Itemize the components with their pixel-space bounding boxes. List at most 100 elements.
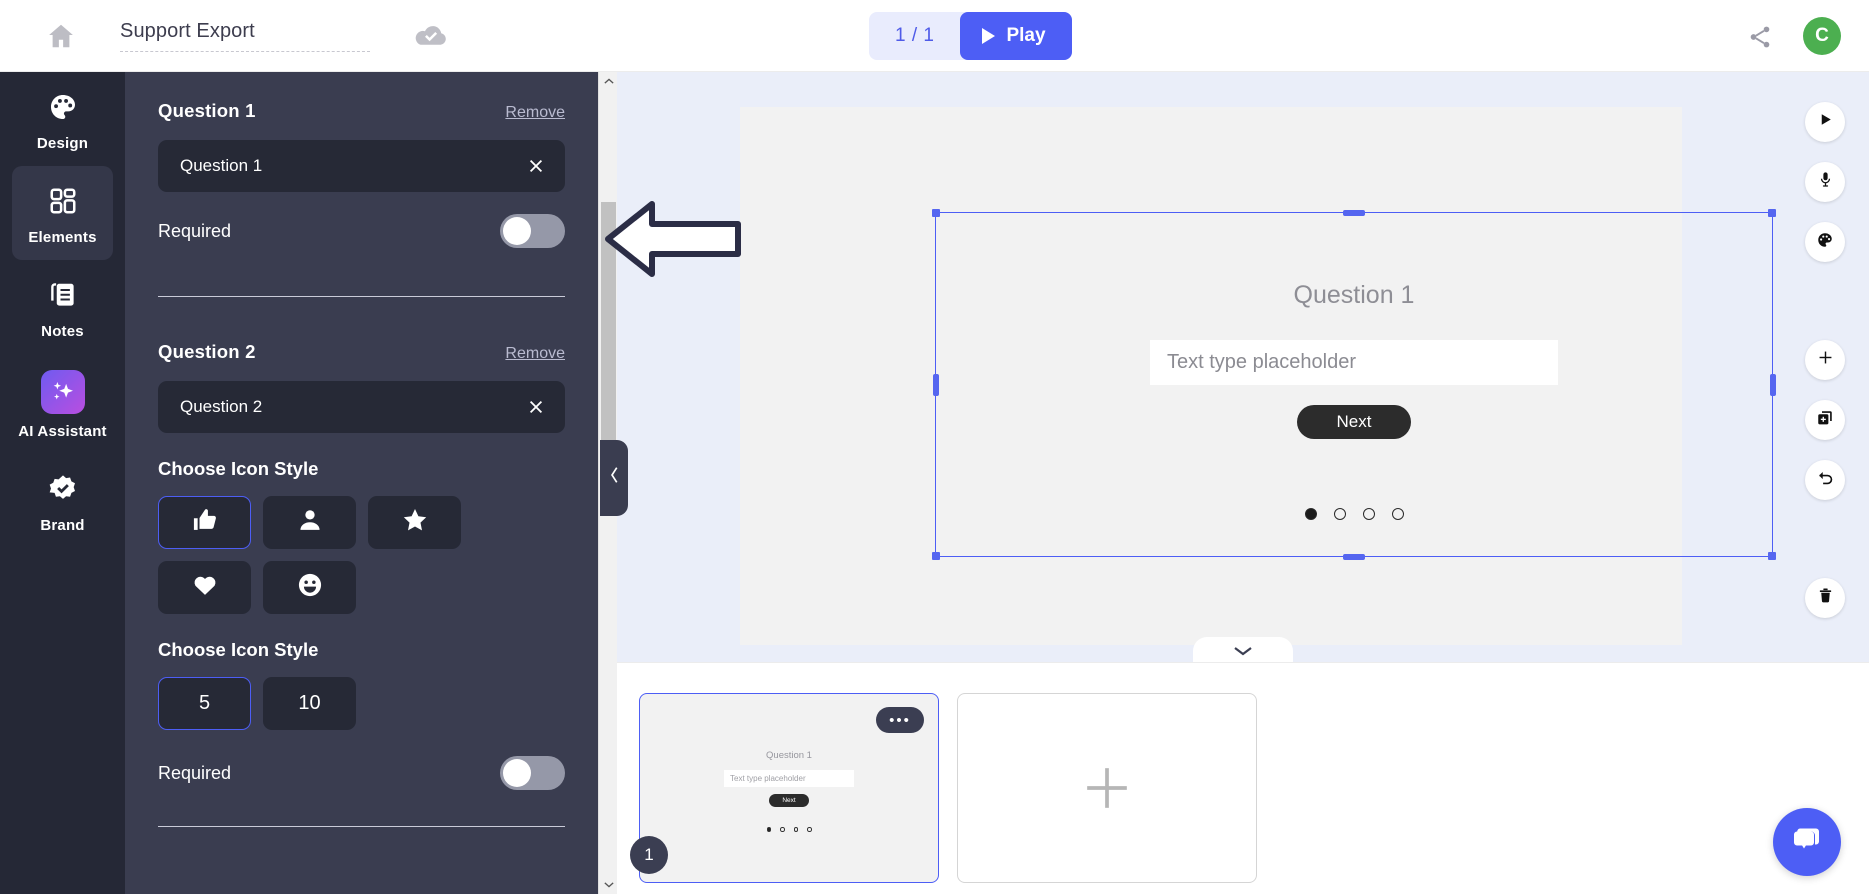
- question-2-required-label: Required: [158, 762, 232, 783]
- undo-icon: [1816, 468, 1835, 492]
- pagination-dot[interactable]: [1304, 508, 1317, 520]
- question-2-required-toggle[interactable]: [500, 756, 565, 790]
- sidebar-item-notes[interactable]: Notes: [0, 260, 125, 354]
- tool-undo-button[interactable]: [1805, 460, 1845, 500]
- close-icon[interactable]: [527, 157, 545, 175]
- palette-icon: [44, 88, 82, 126]
- slide-thumbnail-1[interactable]: ••• Question 1 Text type placeholder Nex…: [630, 693, 939, 883]
- plus-icon: [1079, 760, 1135, 816]
- properties-panel-content: Question 1 Remove Question 1 Required Qu…: [125, 72, 598, 827]
- scale-style-title: Choose Icon Style: [158, 639, 319, 660]
- play-button[interactable]: Play: [960, 12, 1072, 60]
- question-2-input[interactable]: Question 2: [158, 381, 565, 433]
- play-controls: 1 / 1 Play: [869, 12, 1072, 60]
- canvas-next-button[interactable]: Next: [1297, 405, 1411, 439]
- panel-collapse-tab[interactable]: [600, 440, 628, 516]
- question-1-title: Question 1: [158, 100, 256, 121]
- scale-option-10[interactable]: 10: [263, 677, 356, 730]
- sidebar-item-elements[interactable]: Elements: [12, 166, 113, 260]
- tool-microphone-button[interactable]: [1805, 162, 1845, 202]
- toolbar-group-gap: [1805, 282, 1845, 320]
- stage-collapse-pill[interactable]: [1193, 637, 1293, 663]
- home-icon[interactable]: [44, 21, 78, 51]
- heart-icon: [191, 571, 219, 604]
- scale-option-5[interactable]: 5: [158, 677, 251, 730]
- question-1-input-value: Question 1: [180, 156, 263, 175]
- icon-option-heart[interactable]: [158, 561, 251, 614]
- sidebar-item-label: Brand: [40, 517, 85, 534]
- icon-style-title: Choose Icon Style: [158, 458, 319, 479]
- thumbnail-dot: [807, 827, 812, 832]
- sparkles-icon: [40, 370, 85, 414]
- sidebar-item-brand[interactable]: Brand: [0, 454, 125, 548]
- resize-handle-left[interactable]: [932, 373, 939, 396]
- chevron-down-icon[interactable]: [599, 875, 618, 894]
- play-icon: [1818, 112, 1833, 132]
- microphone-icon: [1817, 171, 1834, 193]
- avatar[interactable]: C: [1803, 17, 1841, 55]
- chat-bubbles-icon: [1790, 823, 1824, 862]
- question-1-remove-link[interactable]: Remove: [505, 104, 565, 122]
- question-1-required-toggle[interactable]: [500, 214, 565, 248]
- tool-play-button[interactable]: [1805, 102, 1845, 142]
- person-icon: [296, 506, 324, 539]
- toggle-knob: [503, 217, 531, 245]
- canvas-question-label: Question 1: [1293, 281, 1415, 309]
- chevron-down-icon: [1233, 643, 1253, 661]
- share-icon[interactable]: [1747, 24, 1773, 50]
- pagination-dot[interactable]: [1333, 508, 1346, 520]
- selection-box[interactable]: Question 1 Text type placeholder Next: [932, 209, 1776, 560]
- tool-add-button[interactable]: [1805, 340, 1845, 380]
- thumbnail-next-button: Next: [769, 794, 809, 807]
- icon-option-thumbs-up[interactable]: [158, 496, 251, 549]
- scale-options: 5 10: [158, 677, 565, 730]
- question-1-input[interactable]: Question 1: [158, 140, 565, 192]
- tool-palette-button[interactable]: [1805, 222, 1845, 262]
- sidebar-item-design[interactable]: Design: [0, 72, 125, 166]
- add-slide-button[interactable]: [957, 693, 1257, 883]
- sidebar-item-label: Design: [36, 135, 89, 152]
- resize-handle-top-right[interactable]: [1768, 209, 1776, 217]
- resize-handle-bottom-right[interactable]: [1768, 552, 1776, 560]
- slide-canvas[interactable]: Question 1 Text type placeholder Next: [740, 107, 1776, 645]
- sidebar-item-ai-assistant[interactable]: AI Assistant: [0, 354, 125, 454]
- document-title-input[interactable]: Support Export: [120, 20, 370, 52]
- pagination-dot[interactable]: [1391, 508, 1404, 520]
- sidebar-item-label: Notes: [41, 323, 84, 340]
- slide-thumbnail-menu-button[interactable]: •••: [876, 707, 924, 733]
- icon-option-star[interactable]: [368, 496, 461, 549]
- duplicate-slide-icon: [1816, 409, 1834, 432]
- resize-handle-right[interactable]: [1769, 373, 1776, 396]
- thumbs-up-icon: [191, 506, 219, 539]
- resize-handle-bottom-left[interactable]: [932, 552, 940, 560]
- ellipsis-icon: •••: [889, 711, 911, 729]
- sidebar-item-label: Elements: [28, 229, 97, 246]
- question-2-header: Question 2 Remove: [158, 341, 565, 363]
- app-root: Support Export 1 / 1 Play C Design Eleme…: [0, 0, 1869, 894]
- sidebar-item-label: AI Assistant: [18, 423, 107, 440]
- tool-duplicate-button[interactable]: [1805, 400, 1845, 440]
- chat-support-button[interactable]: [1773, 808, 1841, 876]
- pagination-dot[interactable]: [1362, 508, 1375, 520]
- tool-delete-button[interactable]: [1805, 578, 1845, 618]
- page-counter: 1 / 1: [895, 25, 935, 46]
- question-2-input-value: Question 2: [180, 397, 263, 416]
- close-icon[interactable]: [527, 398, 545, 416]
- icon-option-person[interactable]: [263, 496, 356, 549]
- notes-icon: [44, 276, 82, 314]
- icon-option-smiley[interactable]: [263, 561, 356, 614]
- question-1-required-label: Required: [158, 220, 232, 241]
- left-rail: Design Elements Notes AI Assistant Brand: [0, 72, 125, 894]
- verified-badge-icon: [44, 470, 82, 508]
- thumbnail-dot: [793, 827, 798, 832]
- canvas-stage: Question 1 Text type placeholder Next: [617, 72, 1869, 663]
- question-2-remove-link[interactable]: Remove: [505, 345, 565, 363]
- chevron-up-icon[interactable]: [599, 72, 618, 91]
- resize-handle-bottom[interactable]: [1343, 553, 1365, 560]
- canvas-text-input[interactable]: Text type placeholder: [1150, 340, 1558, 385]
- avatar-initial: C: [1815, 25, 1829, 46]
- resize-handle-top[interactable]: [1343, 209, 1365, 216]
- plus-icon: [1816, 348, 1835, 372]
- toolbar-group-gap: [1805, 520, 1845, 558]
- resize-handle-top-left[interactable]: [932, 209, 940, 217]
